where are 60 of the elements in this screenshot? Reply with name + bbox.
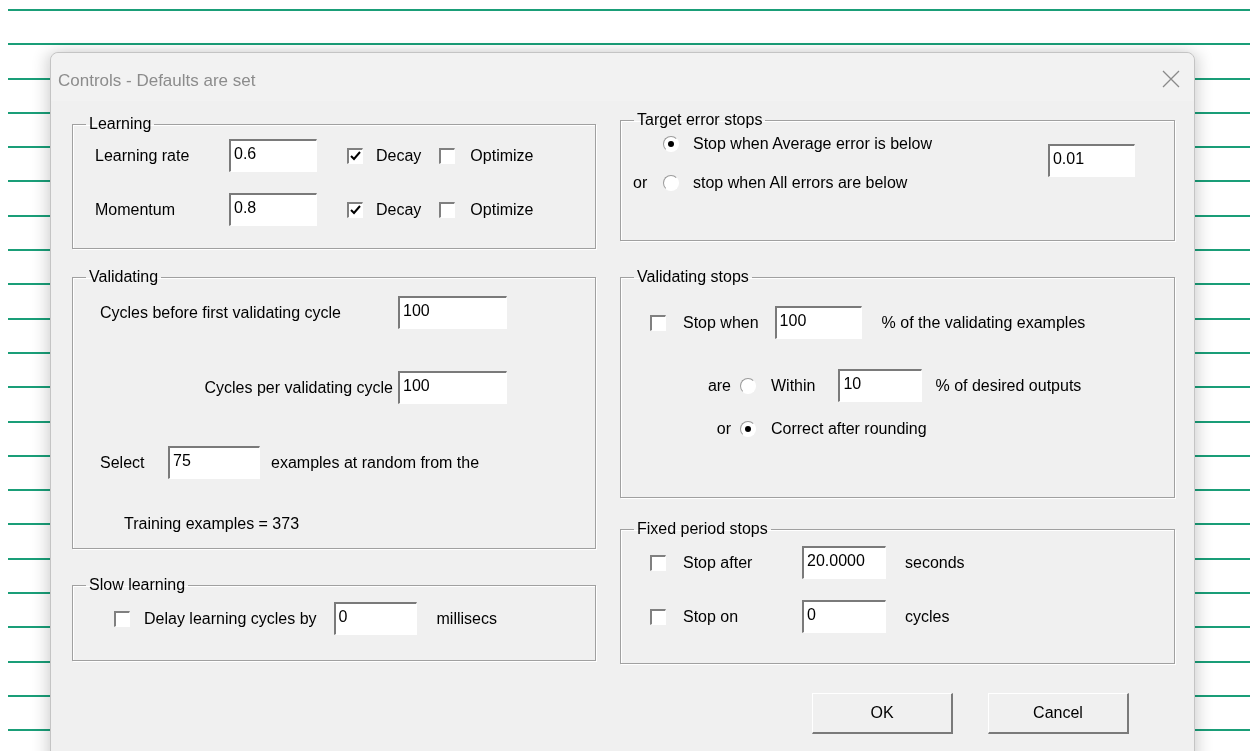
- radio-button[interactable]: [740, 421, 756, 437]
- checkbox[interactable]: [114, 610, 130, 627]
- input-field[interactable]: 75: [168, 446, 260, 479]
- input-field[interactable]: 0: [802, 600, 886, 633]
- field-label: Momentum: [95, 200, 177, 219]
- group-title: Target error stops: [636, 111, 764, 129]
- group-title: Slow learning: [88, 576, 187, 594]
- checkbox-label: Optimize: [470, 146, 534, 165]
- field-label: examples at random from the: [271, 453, 480, 472]
- or-label: or: [633, 174, 649, 192]
- checkbox[interactable]: [650, 314, 666, 331]
- field-label: % of the validating examples: [881, 313, 1086, 332]
- prefix-label: or: [715, 420, 731, 438]
- input-field[interactable]: 20.0000: [802, 546, 886, 579]
- checkbox-label: Stop when: [683, 313, 759, 332]
- checkbox-label: Stop after: [683, 553, 754, 572]
- checkbox[interactable]: [347, 147, 363, 164]
- group-title: Learning: [88, 115, 153, 133]
- unit-label: millisecs: [436, 609, 497, 628]
- cancel-button[interactable]: Cancel: [988, 693, 1129, 734]
- checkbox[interactable]: [347, 201, 363, 218]
- input-field[interactable]: 100: [398, 296, 507, 329]
- field-label: Select: [100, 453, 146, 472]
- checkbox[interactable]: [650, 608, 666, 625]
- unit-label: cycles: [905, 607, 950, 626]
- close-icon[interactable]: [1162, 70, 1180, 88]
- input-field[interactable]: 100: [774, 306, 862, 339]
- input-field[interactable]: 0.01: [1047, 144, 1135, 177]
- field-label: % of desired outputs: [935, 376, 1082, 395]
- ok-button[interactable]: OK: [812, 693, 953, 734]
- field-label: Learning rate: [95, 146, 191, 165]
- radio-label: stop when All errors are below: [693, 174, 908, 192]
- prefix-label: are: [706, 376, 731, 395]
- radio-label: Correct after rounding: [771, 420, 927, 438]
- window-title: Controls - Defaults are set: [58, 70, 256, 91]
- input-field[interactable]: 0: [333, 602, 417, 635]
- radio-button[interactable]: [663, 136, 679, 152]
- checkbox-label: Delay learning cycles by: [144, 609, 317, 628]
- checkbox[interactable]: [439, 201, 456, 218]
- radio-label: Within: [771, 376, 816, 395]
- training-count: Training examples = 373: [124, 515, 300, 533]
- field-label: Cycles before first validating cycle: [100, 303, 342, 322]
- group-title: Fixed period stops: [636, 520, 769, 538]
- checkbox-label: Optimize: [470, 200, 534, 219]
- checkbox[interactable]: [650, 554, 666, 571]
- input-field[interactable]: 0.6: [229, 139, 317, 172]
- unit-label: seconds: [905, 553, 965, 572]
- checkbox-label: Stop on: [683, 607, 740, 626]
- input-field[interactable]: 100: [398, 371, 507, 404]
- field-label: Cycles per validating cycle: [203, 378, 393, 397]
- radio-label: Stop when Average error is below: [693, 135, 932, 153]
- radio-button[interactable]: [663, 175, 679, 191]
- checkbox[interactable]: [439, 147, 456, 164]
- checkbox-label: Decay: [376, 146, 422, 165]
- group-title: Validating: [88, 268, 160, 286]
- checkbox-label: Decay: [376, 200, 422, 219]
- input-field[interactable]: 10: [838, 369, 923, 402]
- input-field[interactable]: 0.8: [229, 193, 317, 226]
- group-title: Validating stops: [636, 268, 750, 286]
- radio-button[interactable]: [740, 377, 756, 394]
